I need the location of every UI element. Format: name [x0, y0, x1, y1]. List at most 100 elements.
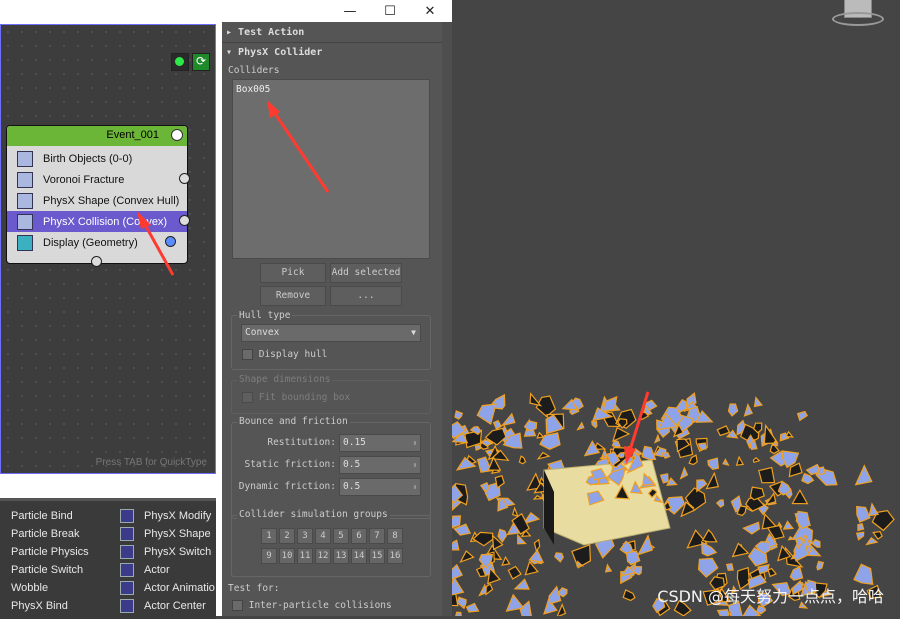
depot-item-label: PhysX Switch — [144, 546, 212, 558]
group-button[interactable]: 15 — [369, 548, 385, 564]
shard — [505, 593, 525, 612]
shard — [752, 457, 761, 464]
shard — [696, 479, 708, 493]
panel-scrollbar[interactable] — [442, 22, 452, 616]
group-button[interactable]: 16 — [387, 548, 403, 564]
depot-item[interactable]: PhysX Modify — [120, 507, 220, 525]
group-button[interactable]: 9 — [261, 548, 277, 564]
group-button[interactable]: 5 — [333, 528, 349, 544]
group-button[interactable]: 3 — [297, 528, 313, 544]
particle-view-graph[interactable]: ⟳ Event_001 Birth Objects (0-0) Voronoi … — [0, 24, 216, 474]
shard — [511, 506, 519, 517]
depot-item[interactable]: Actor Center — [120, 597, 220, 615]
group-button[interactable]: 4 — [315, 528, 331, 544]
shard — [767, 567, 777, 578]
shard — [810, 538, 821, 548]
shard — [716, 425, 731, 437]
hull-type-label: Hull type — [237, 310, 293, 321]
display-hull-checkbox[interactable]: Display hull — [242, 349, 327, 360]
shard — [591, 420, 598, 429]
shard — [476, 403, 497, 425]
depot-item-label: Particle Physics — [11, 546, 89, 558]
quicktype-hint: Press TAB for QuickType — [95, 457, 207, 468]
shard — [636, 534, 654, 556]
shard — [854, 464, 873, 486]
shard — [485, 583, 494, 596]
shard — [853, 563, 874, 585]
hull-type-dropdown[interactable]: Convex ▼ — [241, 324, 421, 342]
depot-item-label: Actor Animatio — [144, 582, 215, 594]
depot-item-label: PhysX Modify — [144, 510, 212, 522]
remove-button[interactable]: Remove — [260, 286, 326, 306]
spinner-arrows-icon[interactable]: ⇳ — [413, 479, 417, 495]
depot-item[interactable]: Particle Switch — [0, 561, 110, 579]
depot-item[interactable]: Particle Physics — [0, 543, 110, 561]
restitution-value: 0.15 — [343, 437, 366, 448]
depot-column-2: PhysX Modify PhysX Shape PhysX Switch Ac… — [120, 507, 220, 615]
checkbox-icon — [232, 600, 243, 611]
minimize-button[interactable]: — — [330, 0, 370, 22]
shard — [855, 531, 865, 541]
shard — [452, 515, 462, 529]
restitution-spinner[interactable]: 0.15 ⇳ — [339, 434, 421, 452]
shard — [518, 455, 527, 465]
static-friction-spinner[interactable]: 0.5 ⇳ — [339, 456, 421, 474]
dynamic-friction-value: 0.5 — [343, 481, 361, 492]
fit-bounding-box-checkbox[interactable]: Fit bounding box — [242, 392, 350, 403]
shard — [796, 410, 808, 422]
shard — [556, 602, 567, 616]
group-button[interactable]: 11 — [297, 548, 313, 564]
shard — [625, 550, 641, 566]
physx-icon — [120, 509, 134, 523]
shard — [536, 431, 545, 439]
shard — [688, 454, 698, 466]
inter-particle-checkbox[interactable]: Inter-particle collisions — [232, 600, 392, 611]
group-button[interactable]: 12 — [315, 548, 331, 564]
depot-item[interactable]: Particle Bind — [0, 507, 110, 525]
depot-item[interactable]: Actor Animatio — [120, 579, 220, 597]
static-friction-label: Static friction: — [244, 459, 336, 470]
depot-item[interactable]: PhysX Shape — [120, 525, 220, 543]
fractured-box — [543, 459, 671, 546]
shard — [816, 466, 827, 476]
dynamic-friction-spinner[interactable]: 0.5 ⇳ — [339, 478, 421, 496]
group-button[interactable]: 2 — [279, 528, 295, 544]
group-button[interactable]: 14 — [351, 548, 367, 564]
shard — [528, 549, 545, 564]
depot-item[interactable]: PhysX Bind — [0, 597, 110, 615]
shard — [529, 392, 543, 407]
maximize-button[interactable]: ☐ — [370, 0, 410, 22]
close-button[interactable]: ✕ — [410, 0, 450, 22]
shard — [604, 563, 613, 573]
group-button[interactable]: 1 — [261, 528, 277, 544]
checkbox-icon — [242, 349, 253, 360]
depot-item[interactable]: Particle Break — [0, 525, 110, 543]
checkbox-label: Inter-particle collisions — [248, 600, 392, 611]
chevron-down-icon: ▼ — [411, 328, 416, 337]
spinner-arrows-icon[interactable]: ⇳ — [413, 457, 417, 473]
group-button[interactable]: 8 — [387, 528, 403, 544]
pick-button[interactable]: Pick — [260, 263, 326, 283]
depot-item[interactable]: Wobble — [0, 579, 110, 597]
depot-item[interactable]: Actor — [120, 561, 220, 579]
shard — [865, 537, 879, 546]
viewport-3d[interactable] — [452, 0, 900, 616]
shard — [758, 466, 776, 484]
add-selected-button[interactable]: Add selected — [330, 263, 402, 283]
shard — [554, 552, 564, 563]
shard — [612, 426, 631, 443]
spinner-arrows-icon[interactable]: ⇳ — [413, 435, 417, 451]
group-button[interactable]: 10 — [279, 548, 295, 564]
collider-groups-group: Collider simulation groups 1 2 3 4 5 6 7… — [231, 509, 431, 577]
depot-item-label: Wobble — [11, 582, 49, 594]
shard — [474, 444, 483, 452]
bounce-friction-label: Bounce and friction — [237, 416, 350, 427]
group-button[interactable]: 7 — [369, 528, 385, 544]
group-button[interactable]: 6 — [351, 528, 367, 544]
shard — [507, 565, 522, 580]
shard — [722, 458, 730, 467]
depot-item[interactable]: PhysX Switch — [120, 543, 220, 561]
test-for-label: Test for: — [228, 583, 280, 594]
more-button[interactable]: ... — [330, 286, 402, 306]
group-button[interactable]: 13 — [333, 548, 349, 564]
